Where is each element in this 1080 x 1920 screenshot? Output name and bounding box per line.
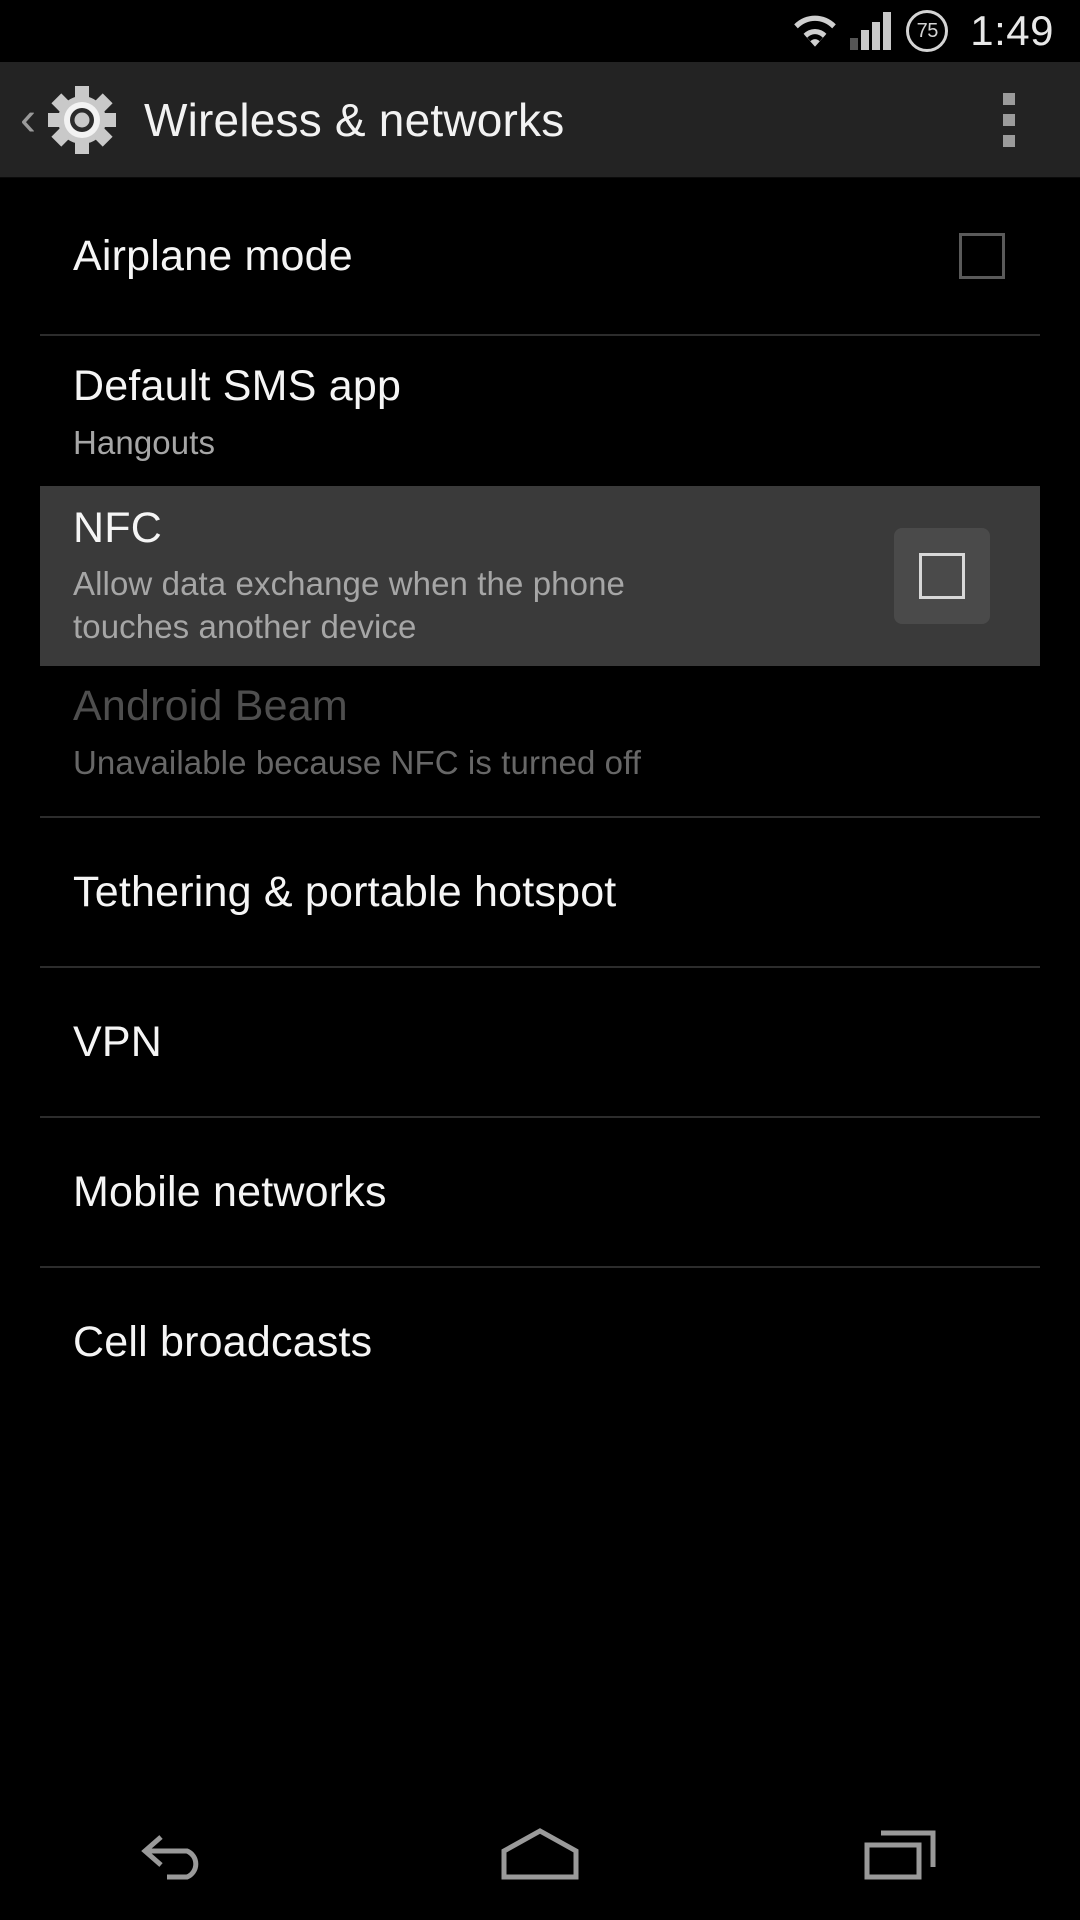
- list-item-text: Cell broadcasts: [73, 1317, 1030, 1368]
- action-bar: ‹ Wireless & networks: [0, 62, 1080, 178]
- system-navigation-bar: [0, 1792, 1080, 1920]
- list-item-text: Mobile networks: [73, 1167, 1030, 1218]
- list-item-title: Default SMS app: [73, 362, 402, 411]
- checkbox-box-icon: [959, 233, 1005, 279]
- list-item-subtitle: Allow data exchange when the phone touch…: [73, 565, 625, 646]
- list-item-text: NFC Allow data exchange when the phone to…: [73, 503, 874, 650]
- list-item-android-beam: Android Beam Unavailable because NFC is t…: [0, 666, 1080, 816]
- settings-gear-icon[interactable]: [46, 84, 118, 156]
- android-settings-screen: 75 1:49 ‹ Wireless & networks Airplane m…: [0, 0, 1080, 1920]
- list-item-title: Mobile networks: [73, 1167, 387, 1216]
- battery-percent-label: 75: [916, 19, 939, 42]
- back-arrow-icon[interactable]: [90, 1792, 270, 1920]
- checkbox-nfc[interactable]: [894, 528, 990, 624]
- checkbox-box-icon: [919, 553, 965, 599]
- status-icons: 75 1:49: [792, 10, 1054, 52]
- home-icon[interactable]: [450, 1792, 630, 1920]
- list-item-nfc[interactable]: NFC Allow data exchange when the phone to…: [40, 486, 1040, 666]
- list-item-title: Cell broadcasts: [73, 1317, 373, 1366]
- list-item-text: VPN: [73, 1017, 1030, 1068]
- status-bar: 75 1:49: [0, 0, 1080, 62]
- settings-list: Airplane mode Default SMS app Hangouts NFC A…: [0, 178, 1080, 1416]
- list-item-subtitle: Unavailable because NFC is turned off: [73, 743, 642, 781]
- list-item-text: Airplane mode: [73, 231, 914, 282]
- battery-circle-icon: 75: [906, 10, 949, 52]
- list-item-title: NFC: [73, 503, 162, 552]
- page-title: Wireless & networks: [144, 93, 565, 146]
- list-item-airplane-mode[interactable]: Airplane mode: [0, 178, 1080, 334]
- recent-apps-icon[interactable]: [810, 1792, 990, 1920]
- list-item-subtitle: Hangouts: [73, 423, 216, 461]
- list-item-default-sms-app[interactable]: Default SMS app Hangouts: [0, 336, 1080, 486]
- list-item-text: Tethering & portable hotspot: [73, 867, 1030, 918]
- list-item-title: Android Beam: [73, 682, 348, 731]
- overflow-menu-icon[interactable]: [1000, 92, 1018, 147]
- cell-signal-icon: [850, 12, 894, 50]
- list-item-mobile-networks[interactable]: Mobile networks: [0, 1118, 1080, 1266]
- status-bar-clock: 1:49: [970, 7, 1054, 54]
- up-chevron-icon[interactable]: ‹: [12, 95, 44, 144]
- list-item-text: Default SMS app Hangouts: [73, 361, 1030, 465]
- list-item-tethering-portable-hotspot[interactable]: Tethering & portable hotspot: [0, 818, 1080, 966]
- list-item-vpn[interactable]: VPN: [0, 968, 1080, 1116]
- list-item-text: Android Beam Unavailable because NFC is t…: [73, 681, 1030, 785]
- list-item-title: Tethering & portable hotspot: [73, 867, 617, 916]
- checkbox-airplane-mode[interactable]: [934, 208, 1030, 304]
- list-item-cell-broadcasts[interactable]: Cell broadcasts: [0, 1268, 1080, 1416]
- wifi-icon: [792, 13, 838, 49]
- list-item-title: Airplane mode: [73, 231, 353, 280]
- list-item-title: VPN: [73, 1017, 163, 1066]
